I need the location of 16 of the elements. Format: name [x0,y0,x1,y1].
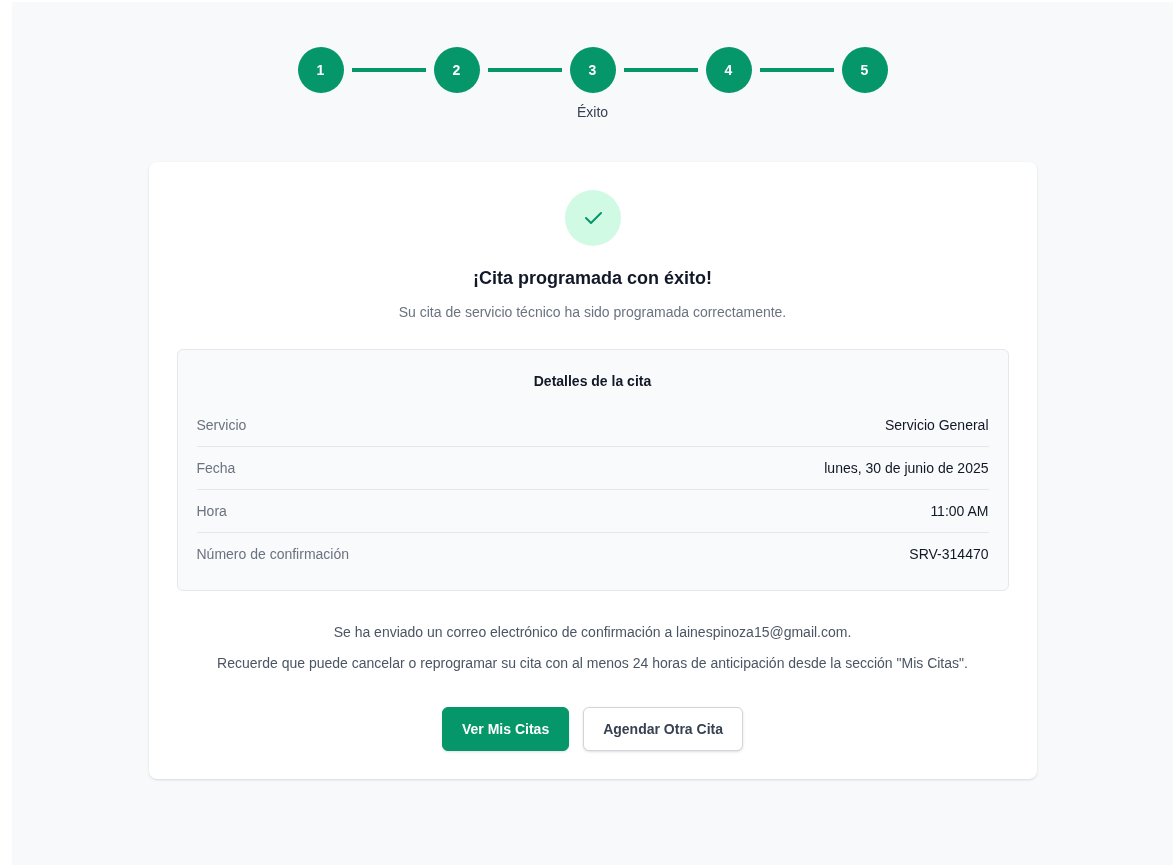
detail-label: Servicio [196,415,247,435]
detail-label: Número de confirmación [196,545,349,564]
step-label: Éxito [576,103,609,122]
detail-label: Fecha [196,458,236,478]
detail-value: Servicio General [885,415,989,435]
info-note: Se ha enviado un correo electrónico de confirmación a lainespinoza15@gmail.com. [333,623,852,642]
detail-label: Hora [196,501,227,521]
schedule-button[interactable]: Agendar Otra Cita [583,707,743,751]
info-note: Recuerde que puede cancelar o reprogramar su cita con al menos 24 horas de anticipación desde la sección "Mis Citas". [217,654,968,673]
details-heading: Detalles de la cita [532,372,653,391]
success-title: ¡Cita programada con éxito! [472,267,712,290]
view-appointments-button[interactable]: Ver Mis Citas [442,707,570,751]
detail-value: lunes, 30 de junio de 2025 [824,458,989,478]
detail-value: SRV-314470 [909,545,989,564]
success-message: Su cita de servicio técnico ha sido programada correctamente. [398,303,787,322]
detail-value: 11:00 AM [930,501,989,521]
